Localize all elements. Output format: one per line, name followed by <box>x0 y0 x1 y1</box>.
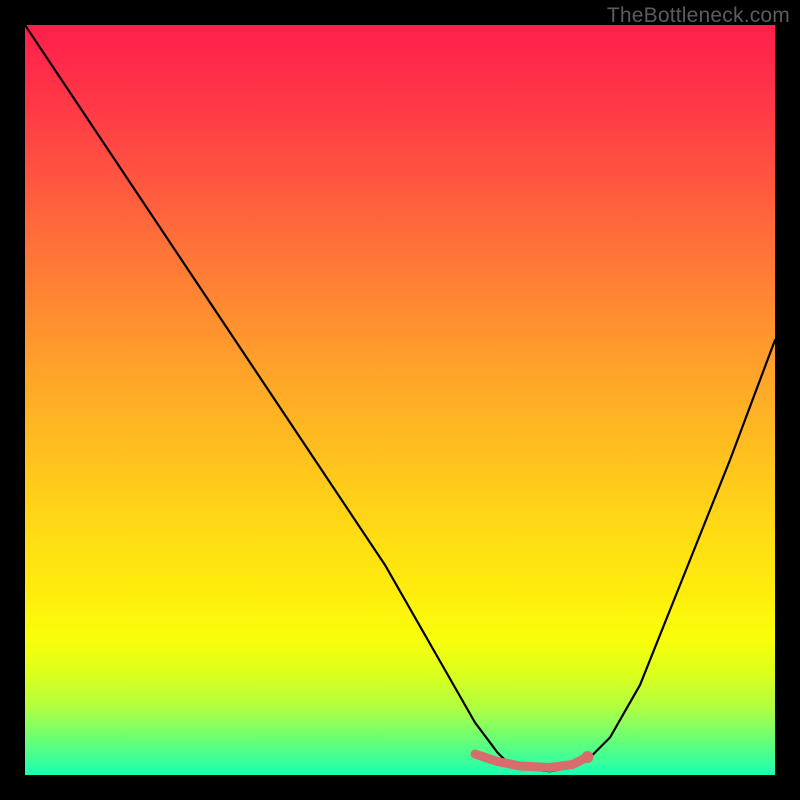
curve-svg <box>25 25 775 775</box>
highlight-end-dot <box>582 751 594 763</box>
plot-area <box>25 25 775 775</box>
chart-container: TheBottleneck.com <box>0 0 800 800</box>
bottleneck-curve <box>25 25 775 771</box>
highlight-segment <box>475 754 588 768</box>
